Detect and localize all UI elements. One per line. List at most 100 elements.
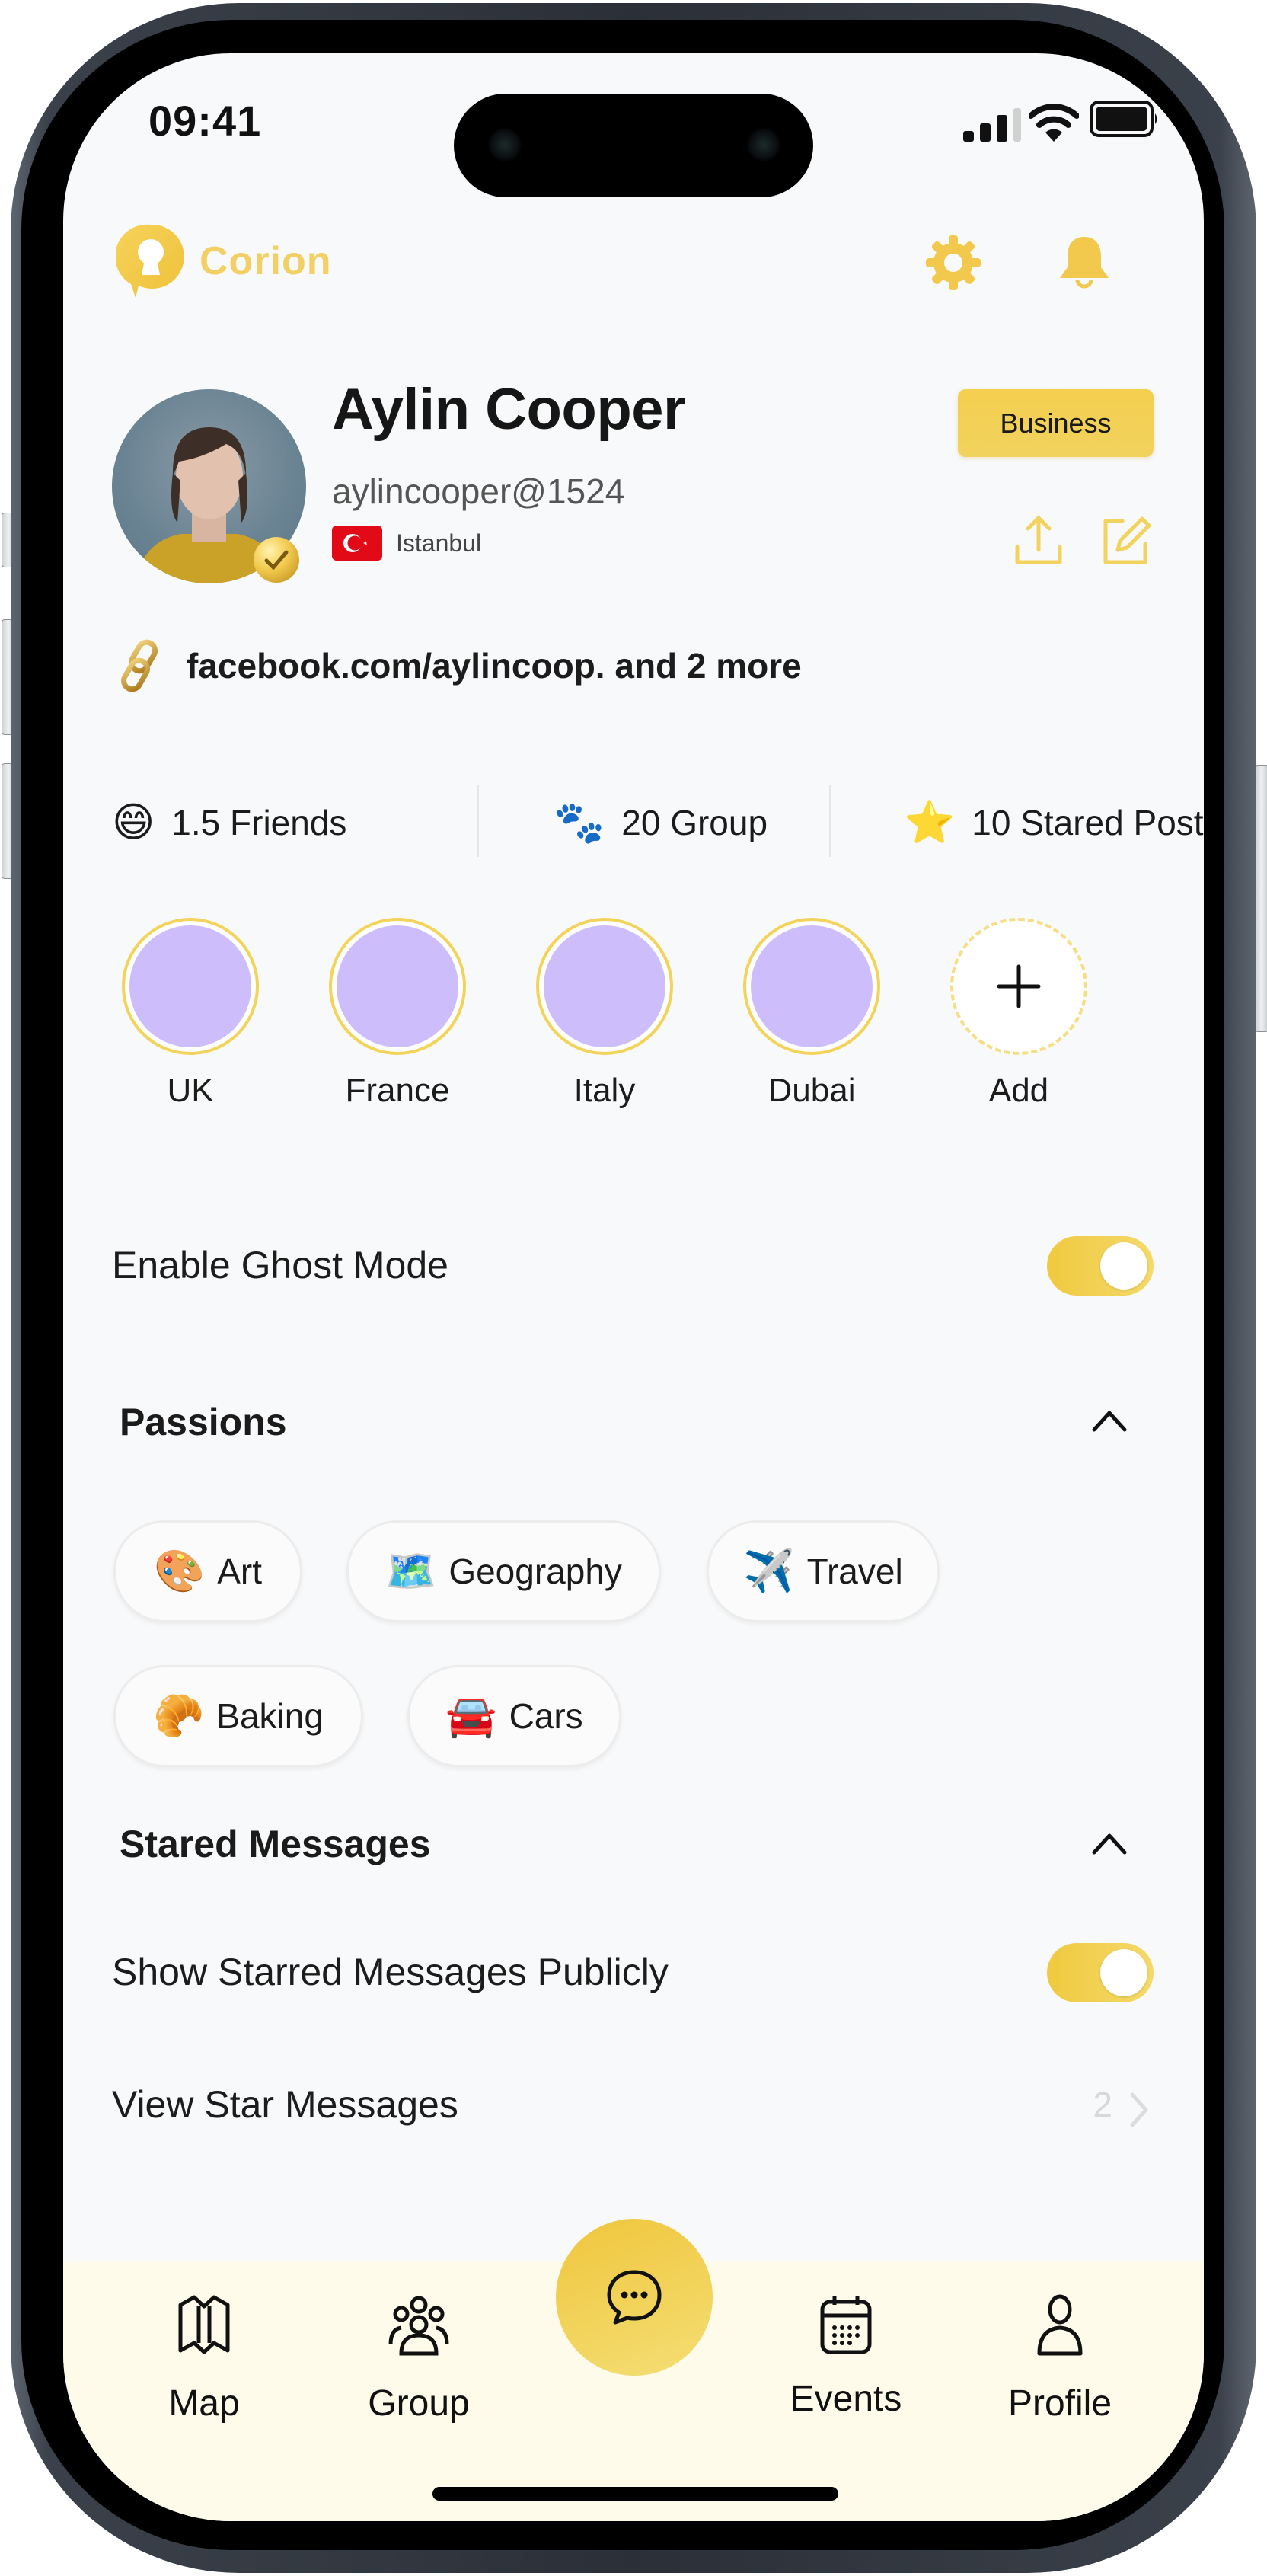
status-time: 09:41: [148, 97, 262, 145]
stat-label: 1.5 Friends: [171, 803, 347, 842]
story-label: Italy: [573, 1072, 636, 1109]
nav-label: Events: [790, 2379, 902, 2419]
story-label: Dubai: [768, 1072, 856, 1109]
story-item[interactable]: Dubai: [739, 918, 884, 1110]
plus-icon: [997, 964, 1041, 1008]
sensor-icon: [746, 127, 781, 162]
divider: [477, 785, 479, 857]
chat-icon: [607, 2270, 662, 2325]
battery-icon: [1090, 101, 1157, 137]
stat-label: 20 Group: [621, 803, 768, 842]
story-thumbnail: [129, 925, 251, 1047]
story-thumbnail: [544, 925, 665, 1047]
star-icon: ⭐: [904, 800, 956, 845]
view-star-label: View Star Messages: [112, 2083, 458, 2126]
business-button[interactable]: Business: [958, 389, 1154, 457]
story-item[interactable]: UK: [118, 918, 263, 1110]
chip-label: Cars: [509, 1696, 583, 1736]
nav-label: Map: [168, 2383, 240, 2424]
chip-label: Geography: [448, 1552, 622, 1591]
profile-handle: aylincooper@1524: [332, 471, 625, 511]
passion-chip-cars[interactable]: 🚘 Cars: [407, 1665, 621, 1767]
screen: 09:41 Corion Aylin Cooper aylincooper@15…: [63, 53, 1204, 2521]
add-story-button[interactable]: Add: [946, 918, 1091, 1110]
chevron-right-icon: [1130, 2092, 1148, 2127]
story-ring: [536, 918, 673, 1055]
calendar-icon: [820, 2296, 872, 2354]
story-label: UK: [167, 1072, 214, 1109]
map-icon: [178, 2295, 230, 2354]
signal-icon: [963, 108, 1021, 142]
bell-icon[interactable]: [1052, 231, 1116, 295]
home-indicator[interactable]: [432, 2487, 838, 2501]
nav-item-events[interactable]: Events: [770, 2291, 922, 2420]
verified-badge-icon: [254, 537, 299, 583]
chevron-up-icon[interactable]: [1088, 1405, 1131, 1436]
story-item[interactable]: Italy: [532, 918, 677, 1110]
nav-label: Group: [368, 2383, 470, 2424]
profile-name: Aylin Cooper: [332, 377, 686, 442]
stat-label: 10 Stared Post: [972, 803, 1204, 842]
link-chain-icon: [121, 639, 158, 692]
world-map-icon: 🗺️: [385, 1548, 437, 1594]
car-icon: 🚘: [445, 1693, 497, 1739]
airplane-icon: ✈️: [743, 1548, 795, 1594]
chevron-up-icon[interactable]: [1088, 1828, 1131, 1858]
stat-friends[interactable]: 😄 1.5 Friends: [112, 769, 346, 876]
share-icon[interactable]: [1008, 510, 1069, 571]
location-text: Istanbul: [396, 529, 482, 557]
story-label: France: [345, 1072, 450, 1109]
story-thumbnail: [337, 925, 458, 1047]
add-story-ring: [950, 918, 1087, 1055]
passion-chip-geography[interactable]: 🗺️ Geography: [346, 1520, 661, 1622]
star-message-count: 2: [1093, 2085, 1112, 2124]
stat-stared-post[interactable]: ⭐ 10 Stared Post: [904, 769, 1204, 876]
app-name: Corion: [199, 239, 332, 283]
link-text: facebook.com/aylincoop. and 2 more: [187, 646, 802, 686]
show-starred-label: Show Starred Messages Publicly: [112, 1951, 669, 1993]
passion-chip-baking[interactable]: 🥐 Baking: [113, 1665, 363, 1767]
keyhole-logo-icon: [116, 224, 184, 298]
dynamic-island: [454, 94, 813, 197]
starred-title: Stared Messages: [120, 1823, 431, 1865]
turkey-flag-icon: [332, 526, 382, 561]
profile-links[interactable]: facebook.com/aylincoop. and 2 more: [112, 638, 802, 693]
nav-item-group[interactable]: Group: [343, 2291, 495, 2424]
story-label: Add: [988, 1072, 1049, 1109]
palette-icon: 🎨: [153, 1548, 206, 1594]
group-paws-icon: 🐾: [554, 800, 605, 845]
stats-row: 😄 1.5 Friends 🐾 20 Group ⭐ 10 Stared Pos…: [112, 769, 1204, 876]
nav-label: Profile: [1007, 2383, 1112, 2424]
ghost-mode-label: Enable Ghost Mode: [112, 1244, 448, 1286]
profile-icon: [1037, 2294, 1083, 2356]
show-starred-toggle[interactable]: [1047, 1943, 1154, 2002]
nav-item-profile[interactable]: Profile: [984, 2291, 1136, 2424]
toggle-knob: [1100, 1242, 1147, 1290]
divider: [829, 785, 831, 857]
view-star-messages-row[interactable]: View Star Messages 2: [112, 2079, 1155, 2140]
ghost-mode-toggle[interactable]: [1047, 1236, 1154, 1296]
app-logo[interactable]: Corion: [116, 219, 332, 303]
profile-location: Istanbul: [332, 526, 481, 561]
story-ring: [122, 918, 259, 1055]
stat-group[interactable]: 🐾 20 Group: [554, 769, 768, 876]
grinning-face-icon: 😄: [112, 800, 155, 845]
story-item[interactable]: France: [325, 918, 470, 1110]
croissant-icon: 🥐: [153, 1693, 205, 1739]
group-icon: [388, 2296, 449, 2356]
power-button[interactable]: [1255, 765, 1267, 1032]
story-ring: [743, 918, 880, 1055]
camera-lens-icon: [487, 127, 522, 162]
edit-icon[interactable]: [1095, 510, 1156, 571]
chip-label: Travel: [806, 1552, 903, 1591]
passion-chip-art[interactable]: 🎨 Art: [113, 1520, 302, 1622]
passion-chip-travel[interactable]: ✈️ Travel: [707, 1520, 940, 1622]
chat-button[interactable]: [556, 2219, 713, 2376]
nav-item-map[interactable]: Map: [128, 2291, 280, 2424]
story-ring: [329, 918, 466, 1055]
toggle-knob: [1100, 1949, 1147, 1996]
gear-icon[interactable]: [921, 231, 985, 295]
passions-title: Passions: [120, 1401, 287, 1443]
chip-label: Baking: [216, 1696, 324, 1736]
story-thumbnail: [751, 925, 873, 1047]
